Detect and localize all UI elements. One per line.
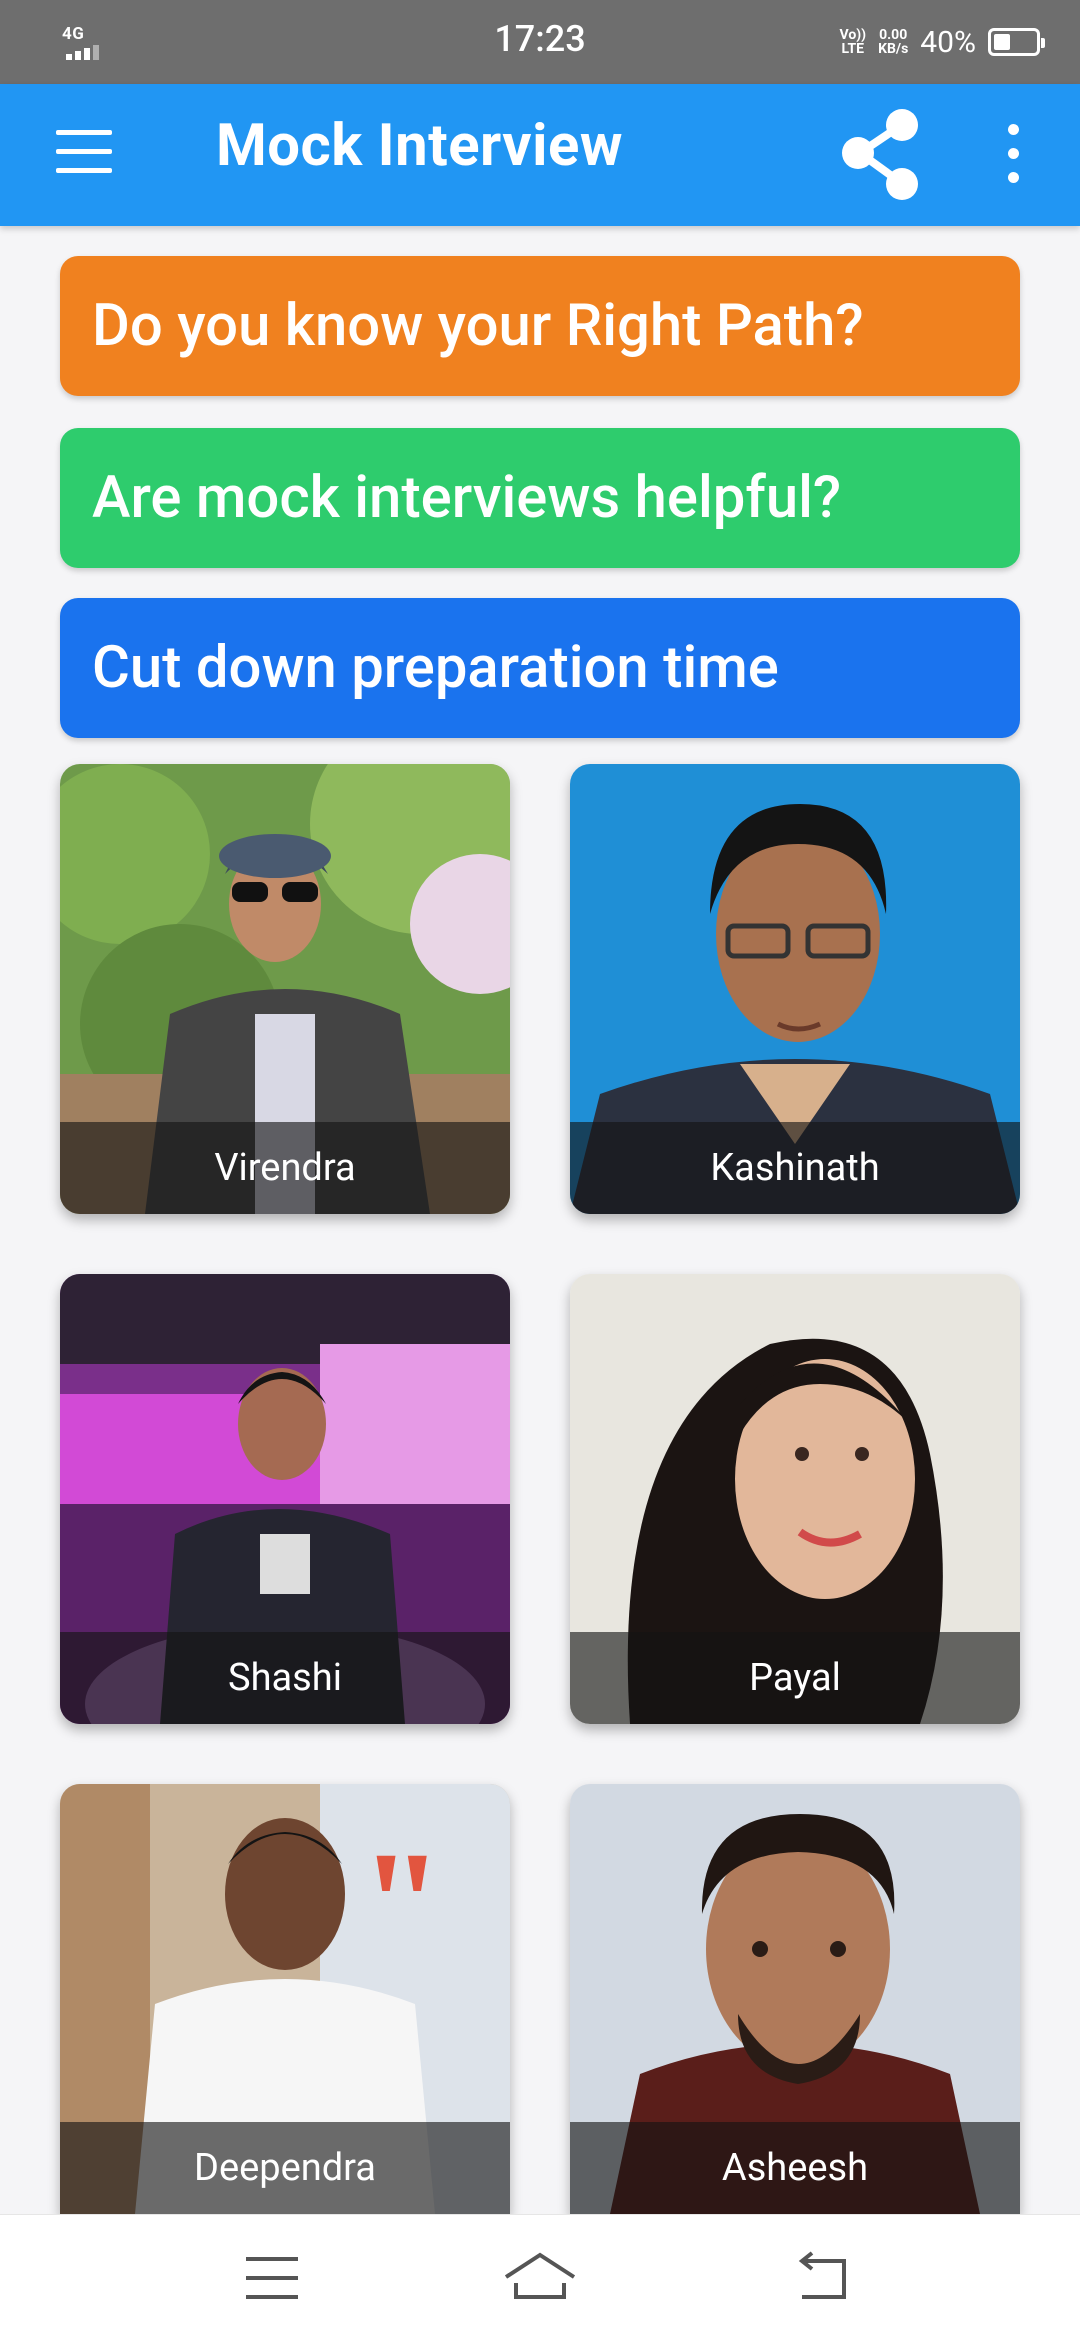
status-right-group: Vo)) LTE 0.00 KB/s 40% — [839, 22, 1045, 62]
svg-text:": " — [360, 1821, 443, 1987]
hamburger-menu-icon[interactable] — [54, 122, 116, 184]
battery-level-fill — [994, 34, 1010, 50]
mock-interviews-helpful-banner[interactable]: Are mock interviews helpful? — [60, 428, 1020, 568]
interviewer-name: Kashinath — [570, 1122, 1020, 1214]
interviewer-card-shashi[interactable]: Shashi — [60, 1274, 510, 1724]
volte-bottom-label: LTE — [841, 41, 865, 57]
interviewer-name: Asheesh — [570, 2122, 1020, 2214]
recent-apps-icon[interactable] — [232, 2245, 312, 2311]
cut-preparation-time-banner[interactable]: Cut down preparation time — [60, 598, 1020, 738]
interviewer-card-deependra[interactable]: " Deependra — [60, 1784, 510, 2214]
interviewer-card-virendra[interactable]: Virendra — [60, 764, 510, 1214]
speed-unit: KB/s — [878, 41, 909, 57]
status-bar: 4G 17:23 Vo)) LTE 0.00 KB/s 40% — [0, 0, 1080, 84]
interviewer-name: Deependra — [60, 2122, 510, 2214]
back-icon[interactable] — [784, 2245, 864, 2311]
volte-top-label: Vo)) — [839, 27, 867, 43]
interviewer-name: Payal — [570, 1632, 1020, 1724]
right-path-banner[interactable]: Do you know your Right Path? — [60, 256, 1020, 396]
home-icon[interactable] — [500, 2245, 580, 2311]
network-speed-indicator: 0.00 KB/s — [878, 28, 908, 56]
interviewer-card-kashinath[interactable]: Kashinath — [570, 764, 1020, 1214]
more-vert-icon[interactable] — [998, 114, 1030, 194]
volte-indicator: Vo)) LTE — [839, 28, 866, 56]
battery-icon — [988, 28, 1045, 56]
interviewer-name: Shashi — [60, 1632, 510, 1724]
system-navigation-bar — [0, 2214, 1080, 2340]
interviewer-name: Virendra — [60, 1122, 510, 1214]
interviewer-card-asheesh[interactable]: Asheesh — [570, 1784, 1020, 2214]
battery-percent: 40% — [920, 24, 976, 60]
page-title: Mock Interview — [216, 112, 623, 180]
interviewer-card-payal[interactable]: Payal — [570, 1274, 1020, 1724]
share-icon[interactable] — [836, 100, 926, 210]
app-bar: Mock Interview — [0, 84, 1080, 226]
speed-value: 0.00 — [879, 27, 908, 43]
